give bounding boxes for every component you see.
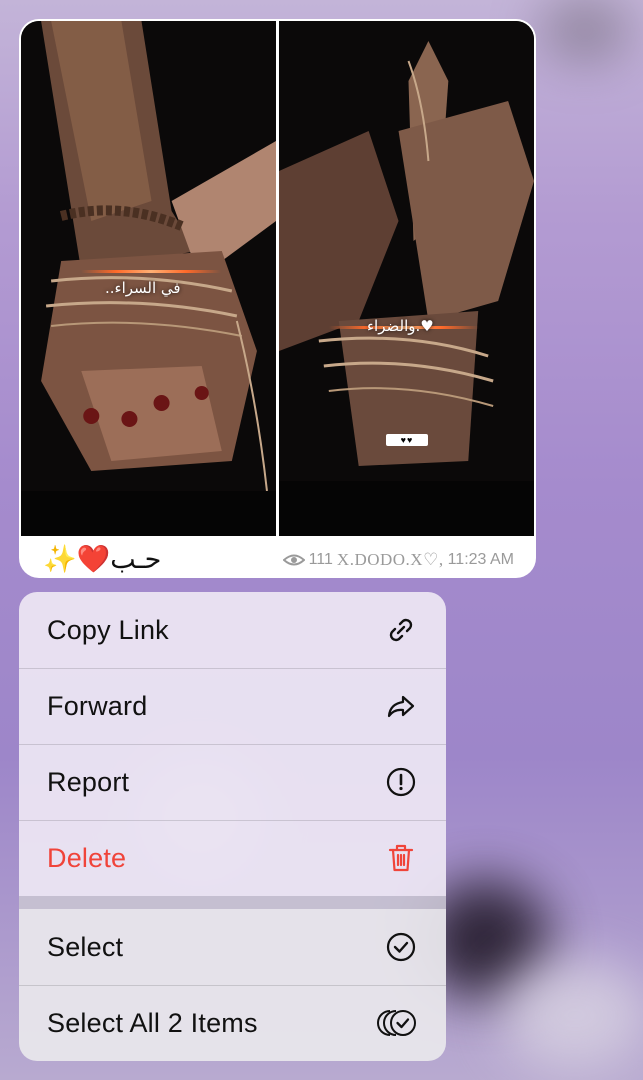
- menu-item-copy-link[interactable]: Copy Link: [19, 592, 446, 668]
- glow-line: [81, 270, 221, 273]
- menu-item-forward[interactable]: Forward: [19, 668, 446, 744]
- context-menu: Copy Link Forward Report Delete Select S…: [19, 592, 446, 1061]
- sparkle-icon: ✨: [43, 544, 77, 575]
- photo-caption-left: ..في السراء: [105, 279, 181, 297]
- menu-item-label: Report: [47, 766, 130, 797]
- message-caption: ✨❤️حـب: [43, 543, 161, 575]
- menu-item-label: Select: [47, 931, 124, 962]
- multi-check-circle-icon: [376, 1006, 418, 1040]
- trash-icon: [384, 841, 418, 875]
- check-circle-icon: [384, 930, 418, 964]
- message-meta: 111 X.DODO.X♡, 11:23 AM: [282, 550, 514, 570]
- eye-icon: [282, 554, 305, 566]
- link-icon: [384, 613, 418, 647]
- menu-group-primary: Copy Link Forward Report Delete: [19, 592, 446, 896]
- photo-caption-right: والضراء.♥: [367, 317, 434, 335]
- exclamation-circle-icon: [384, 765, 418, 799]
- menu-item-label: Select All 2 Items: [47, 1007, 258, 1038]
- menu-group-separator: [19, 896, 446, 909]
- menu-item-select[interactable]: Select: [19, 909, 446, 985]
- hands-photo-image: [279, 21, 534, 536]
- view-count: 111: [308, 551, 333, 568]
- menu-group-secondary: Select Select All 2 Items: [19, 909, 446, 1061]
- menu-item-delete[interactable]: Delete: [19, 820, 446, 896]
- media-album[interactable]: ..في السراء والضراء.♥ ♥♥: [21, 21, 534, 536]
- menu-item-label: Delete: [47, 842, 127, 873]
- menu-item-select-all[interactable]: Select All 2 Items: [19, 985, 446, 1061]
- photo-right[interactable]: والضراء.♥ ♥♥: [279, 21, 534, 536]
- menu-item-label: Copy Link: [47, 614, 169, 645]
- photo-left[interactable]: ..في السراء: [21, 21, 276, 536]
- heart-icon: ❤️: [76, 544, 111, 575]
- menu-item-report[interactable]: Report: [19, 744, 446, 820]
- message-time: 11:23 AM: [447, 551, 514, 568]
- author-signature: X.DODO.X♡,: [336, 550, 444, 569]
- hearts-tag: ♥♥: [386, 434, 428, 446]
- message-footer: ✨❤️حـب 111 X.DODO.X♡, 11:23 AM: [19, 537, 536, 578]
- blurred-shape: [540, 0, 630, 60]
- menu-item-label: Forward: [47, 690, 148, 721]
- blurred-shape: [500, 960, 643, 1070]
- message-bubble[interactable]: ..في السراء والضراء.♥ ♥♥ ✨❤️حـب 111 X.DO…: [19, 19, 536, 578]
- caption-text: حـب: [110, 544, 162, 575]
- forward-arrow-icon: [384, 689, 418, 723]
